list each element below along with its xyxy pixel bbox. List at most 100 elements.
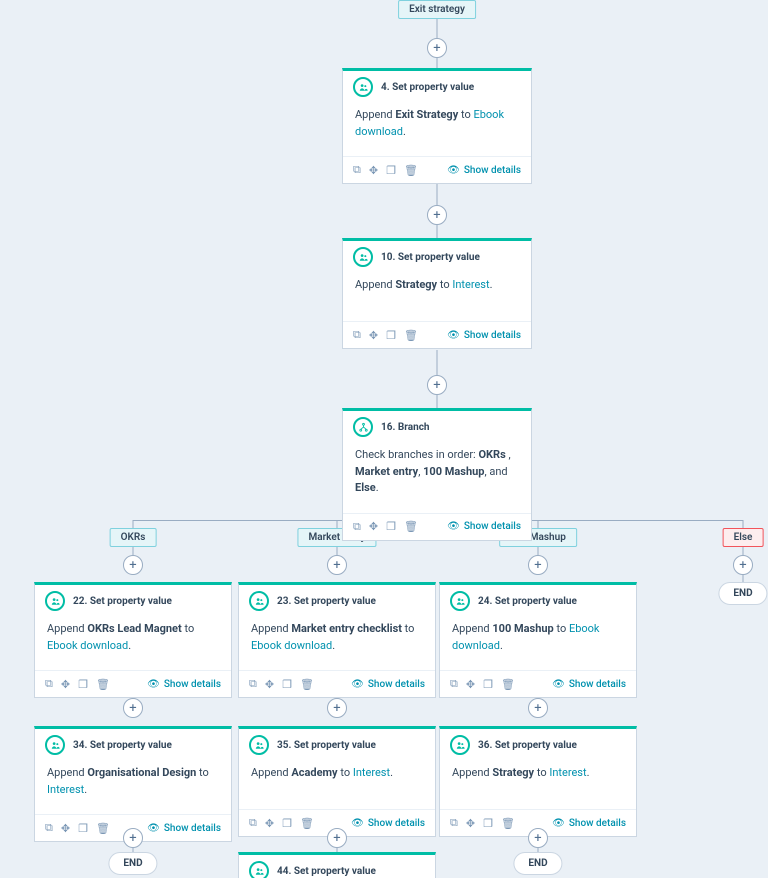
show-details-link[interactable]: 👁Show details xyxy=(552,818,626,829)
delete-icon[interactable]: 🗑 xyxy=(404,164,418,177)
card-title: 36. Set property value xyxy=(478,740,577,751)
contacts-icon xyxy=(45,591,65,611)
card-title: 16. Branch xyxy=(381,422,430,433)
eye-icon: 👁 xyxy=(447,165,460,176)
add-step-button[interactable] xyxy=(123,698,143,718)
clone-icon[interactable]: ❐ xyxy=(78,678,88,691)
add-step-button[interactable] xyxy=(427,38,447,58)
add-step-button[interactable] xyxy=(427,375,447,395)
card-body: Append Strategy to Interest. xyxy=(343,273,531,321)
move-icon[interactable]: ✥ xyxy=(369,520,378,533)
copy-icon[interactable]: ⧉ xyxy=(353,163,361,177)
add-step-button[interactable] xyxy=(123,828,143,848)
show-details-link[interactable]: 👁 Show details xyxy=(447,521,521,532)
clone-icon[interactable]: ❐ xyxy=(483,678,493,691)
contacts-icon xyxy=(249,591,269,611)
copy-icon[interactable]: ⧉ xyxy=(450,677,458,691)
contacts-icon xyxy=(450,591,470,611)
branch-label-exit-strategy[interactable]: Exit strategy xyxy=(398,0,476,19)
copy-icon[interactable]: ⧉ xyxy=(353,520,361,534)
delete-icon[interactable]: 🗑 xyxy=(96,678,110,691)
add-step-button[interactable] xyxy=(327,698,347,718)
workflow-card-4[interactable]: 4. Set property value Append Exit Strate… xyxy=(342,68,532,184)
show-details-link[interactable]: 👁Show details xyxy=(351,679,425,690)
move-icon[interactable]: ✥ xyxy=(265,678,274,691)
eye-icon: 👁 xyxy=(351,679,364,690)
show-details-link[interactable]: 👁Show details xyxy=(552,679,626,690)
workflow-card-44[interactable]: 44. Set property value Append Strategy t… xyxy=(238,852,436,878)
add-step-button[interactable] xyxy=(123,555,143,575)
copy-icon[interactable]: ⧉ xyxy=(45,677,53,691)
end-node: END xyxy=(513,852,562,875)
delete-icon[interactable]: 🗑 xyxy=(501,817,515,830)
card-body: Append 100 Mashup to Ebook download. xyxy=(440,617,636,670)
add-step-button[interactable] xyxy=(327,555,347,575)
workflow-card-10[interactable]: 10. Set property value Append Strategy t… xyxy=(342,238,532,349)
delete-icon[interactable]: 🗑 xyxy=(300,678,314,691)
show-details-link[interactable]: 👁 Show details xyxy=(447,165,521,176)
copy-icon[interactable]: ⧉ xyxy=(450,816,458,830)
add-step-button[interactable] xyxy=(528,828,548,848)
contacts-icon xyxy=(450,735,470,755)
branch-icon xyxy=(353,417,373,437)
label-text: Exit strategy xyxy=(409,4,465,15)
clone-icon[interactable]: ❐ xyxy=(282,678,292,691)
copy-icon[interactable]: ⧉ xyxy=(249,677,257,691)
eye-icon: 👁 xyxy=(147,823,160,834)
workflow-card-36[interactable]: 36. Set property value Append Strategy t… xyxy=(439,726,637,837)
workflow-card-23[interactable]: 23. Set property value Append Market ent… xyxy=(238,582,436,698)
add-step-button[interactable] xyxy=(733,555,753,575)
clone-icon[interactable]: ❐ xyxy=(78,822,88,835)
move-icon[interactable]: ✥ xyxy=(369,164,378,177)
clone-icon[interactable]: ❐ xyxy=(386,520,396,533)
add-step-button[interactable] xyxy=(528,555,548,575)
delete-icon[interactable]: 🗑 xyxy=(404,329,418,342)
show-details-link[interactable]: 👁 Show details xyxy=(447,330,521,341)
add-step-button[interactable] xyxy=(427,205,447,225)
eye-icon: 👁 xyxy=(147,679,160,690)
contacts-icon xyxy=(353,247,373,267)
card-title: 4. Set property value xyxy=(381,82,474,93)
add-step-button[interactable] xyxy=(327,828,347,848)
move-icon[interactable]: ✥ xyxy=(61,822,70,835)
add-step-button[interactable] xyxy=(528,698,548,718)
workflow-card-24[interactable]: 24. Set property value Append 100 Mashup… xyxy=(439,582,637,698)
workflow-card-35[interactable]: 35. Set property value Append Academy to… xyxy=(238,726,436,837)
eye-icon: 👁 xyxy=(447,521,460,532)
card-body: Append Strategy to Interest. xyxy=(440,761,636,809)
contacts-icon xyxy=(353,77,373,97)
card-body: Append Organisational Design to Interest… xyxy=(35,761,231,814)
clone-icon[interactable]: ❐ xyxy=(386,164,396,177)
clone-icon[interactable]: ❐ xyxy=(386,329,396,342)
eye-icon: 👁 xyxy=(552,818,565,829)
delete-icon[interactable]: 🗑 xyxy=(300,817,314,830)
clone-icon[interactable]: ❐ xyxy=(282,817,292,830)
copy-icon[interactable]: ⧉ xyxy=(353,328,361,342)
workflow-card-22[interactable]: 22. Set property value Append OKRs Lead … xyxy=(34,582,232,698)
copy-icon[interactable]: ⧉ xyxy=(45,821,53,835)
show-details-link[interactable]: 👁Show details xyxy=(147,679,221,690)
branch-label-okrs[interactable]: OKRs xyxy=(110,528,157,547)
contacts-icon xyxy=(45,735,65,755)
delete-icon[interactable]: 🗑 xyxy=(404,520,418,533)
card-body: Append OKRs Lead Magnet to Ebook downloa… xyxy=(35,617,231,670)
show-details-link[interactable]: 👁Show details xyxy=(147,823,221,834)
workflow-card-34[interactable]: 34. Set property value Append Organisati… xyxy=(34,726,232,842)
move-icon[interactable]: ✥ xyxy=(61,678,70,691)
card-body: Append Market entry checklist to Ebook d… xyxy=(239,617,435,670)
move-icon[interactable]: ✥ xyxy=(466,678,475,691)
card-title: 24. Set property value xyxy=(478,596,577,607)
eye-icon: 👁 xyxy=(351,818,364,829)
eye-icon: 👁 xyxy=(447,330,460,341)
move-icon[interactable]: ✥ xyxy=(265,817,274,830)
copy-icon[interactable]: ⧉ xyxy=(249,816,257,830)
delete-icon[interactable]: 🗑 xyxy=(501,678,515,691)
card-title: 44. Set property value xyxy=(277,866,376,877)
workflow-card-16-branch[interactable]: 16. Branch Check branches in order: OKRs… xyxy=(342,408,532,541)
show-details-link[interactable]: 👁Show details xyxy=(351,818,425,829)
delete-icon[interactable]: 🗑 xyxy=(96,822,110,835)
move-icon[interactable]: ✥ xyxy=(369,329,378,342)
move-icon[interactable]: ✥ xyxy=(466,817,475,830)
branch-label-else[interactable]: Else xyxy=(723,528,764,547)
clone-icon[interactable]: ❐ xyxy=(483,817,493,830)
